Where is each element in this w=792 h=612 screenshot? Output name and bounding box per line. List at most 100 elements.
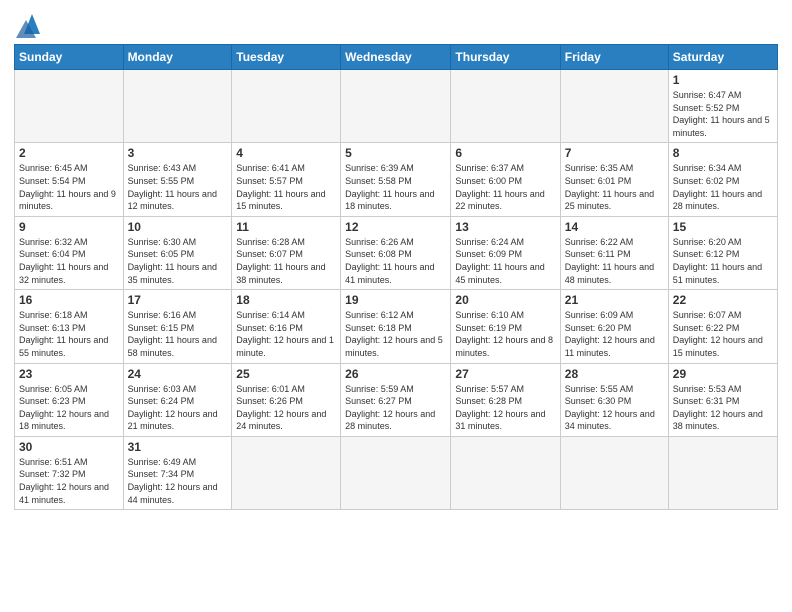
calendar-cell: [232, 436, 341, 509]
day-number: 23: [19, 367, 119, 381]
day-info: Sunrise: 6:28 AM Sunset: 6:07 PM Dayligh…: [236, 236, 336, 286]
calendar-cell: 19 Sunrise: 6:12 AM Sunset: 6:18 PM Dayli…: [341, 290, 451, 363]
day-number: 25: [236, 367, 336, 381]
day-number: 31: [128, 440, 228, 454]
calendar-cell: 13Sunrise: 6:24 AM Sunset: 6:09 PM Dayli…: [451, 216, 560, 289]
weekday-header-saturday: Saturday: [668, 45, 777, 70]
week-row-2: 9 Sunrise: 6:32 AM Sunset: 6:04 PM Daylig…: [15, 216, 778, 289]
calendar-cell: 12Sunrise: 6:26 AM Sunset: 6:08 PM Dayli…: [341, 216, 451, 289]
day-number: 18: [236, 293, 336, 307]
day-number: 21: [565, 293, 664, 307]
day-info: Sunrise: 6:41 AM Sunset: 5:57 PM Dayligh…: [236, 162, 336, 212]
calendar-cell: 11 Sunrise: 6:28 AM Sunset: 6:07 PM Dayli…: [232, 216, 341, 289]
day-number: 17: [128, 293, 228, 307]
day-info: Sunrise: 5:57 AM Sunset: 6:28 PM Dayligh…: [455, 383, 555, 433]
calendar-cell: [451, 70, 560, 143]
day-info: Sunrise: 6:45 AM Sunset: 5:54 PM Dayligh…: [19, 162, 119, 212]
week-row-0: 1Sunrise: 6:47 AM Sunset: 5:52 PM Daylig…: [15, 70, 778, 143]
day-info: Sunrise: 5:53 AM Sunset: 6:31 PM Dayligh…: [673, 383, 773, 433]
calendar-cell: 6 Sunrise: 6:37 AM Sunset: 6:00 PM Daylig…: [451, 143, 560, 216]
day-number: 6: [455, 146, 555, 160]
weekday-header-row: SundayMondayTuesdayWednesdayThursdayFrid…: [15, 45, 778, 70]
calendar-cell: [232, 70, 341, 143]
day-number: 19: [345, 293, 446, 307]
page: SundayMondayTuesdayWednesdayThursdayFrid…: [0, 0, 792, 612]
day-number: 30: [19, 440, 119, 454]
calendar-cell: [123, 70, 232, 143]
calendar-cell: 8 Sunrise: 6:34 AM Sunset: 6:02 PM Daylig…: [668, 143, 777, 216]
calendar-cell: 4Sunrise: 6:41 AM Sunset: 5:57 PM Daylig…: [232, 143, 341, 216]
day-number: 11: [236, 220, 336, 234]
day-info: Sunrise: 6:14 AM Sunset: 6:16 PM Dayligh…: [236, 309, 336, 359]
logo-icon: [16, 10, 48, 38]
calendar-cell: 9 Sunrise: 6:32 AM Sunset: 6:04 PM Daylig…: [15, 216, 124, 289]
calendar-cell: [668, 436, 777, 509]
calendar-cell: 22 Sunrise: 6:07 AM Sunset: 6:22 PM Dayli…: [668, 290, 777, 363]
week-row-3: 16Sunrise: 6:18 AM Sunset: 6:13 PM Dayli…: [15, 290, 778, 363]
day-number: 15: [673, 220, 773, 234]
calendar-cell: 24Sunrise: 6:03 AM Sunset: 6:24 PM Dayli…: [123, 363, 232, 436]
calendar-cell: [15, 70, 124, 143]
day-number: 3: [128, 146, 228, 160]
day-number: 1: [673, 73, 773, 87]
calendar-cell: 7 Sunrise: 6:35 AM Sunset: 6:01 PM Daylig…: [560, 143, 668, 216]
calendar-cell: 14 Sunrise: 6:22 AM Sunset: 6:11 PM Dayli…: [560, 216, 668, 289]
weekday-header-friday: Friday: [560, 45, 668, 70]
day-number: 12: [345, 220, 446, 234]
day-info: Sunrise: 6:32 AM Sunset: 6:04 PM Dayligh…: [19, 236, 119, 286]
calendar-cell: 1Sunrise: 6:47 AM Sunset: 5:52 PM Daylig…: [668, 70, 777, 143]
calendar-cell: 17 Sunrise: 6:16 AM Sunset: 6:15 PM Dayli…: [123, 290, 232, 363]
calendar-cell: 21 Sunrise: 6:09 AM Sunset: 6:20 PM Dayli…: [560, 290, 668, 363]
calendar-cell: 23 Sunrise: 6:05 AM Sunset: 6:23 PM Dayli…: [15, 363, 124, 436]
calendar-cell: 27 Sunrise: 5:57 AM Sunset: 6:28 PM Dayli…: [451, 363, 560, 436]
calendar-cell: 10 Sunrise: 6:30 AM Sunset: 6:05 PM Dayli…: [123, 216, 232, 289]
day-info: Sunrise: 6:35 AM Sunset: 6:01 PM Dayligh…: [565, 162, 664, 212]
calendar-cell: [341, 70, 451, 143]
week-row-4: 23 Sunrise: 6:05 AM Sunset: 6:23 PM Dayli…: [15, 363, 778, 436]
day-info: Sunrise: 6:18 AM Sunset: 6:13 PM Dayligh…: [19, 309, 119, 359]
day-number: 29: [673, 367, 773, 381]
day-info: Sunrise: 6:03 AM Sunset: 6:24 PM Dayligh…: [128, 383, 228, 433]
day-info: Sunrise: 6:24 AM Sunset: 6:09 PM Dayligh…: [455, 236, 555, 286]
calendar-cell: 29 Sunrise: 5:53 AM Sunset: 6:31 PM Dayli…: [668, 363, 777, 436]
day-info: Sunrise: 6:30 AM Sunset: 6:05 PM Dayligh…: [128, 236, 228, 286]
day-info: Sunrise: 6:39 AM Sunset: 5:58 PM Dayligh…: [345, 162, 446, 212]
weekday-header-thursday: Thursday: [451, 45, 560, 70]
day-number: 10: [128, 220, 228, 234]
day-number: 14: [565, 220, 664, 234]
day-number: 5: [345, 146, 446, 160]
day-info: Sunrise: 6:43 AM Sunset: 5:55 PM Dayligh…: [128, 162, 228, 212]
calendar-cell: 3 Sunrise: 6:43 AM Sunset: 5:55 PM Daylig…: [123, 143, 232, 216]
day-number: 7: [565, 146, 664, 160]
day-info: Sunrise: 6:37 AM Sunset: 6:00 PM Dayligh…: [455, 162, 555, 212]
day-info: Sunrise: 6:05 AM Sunset: 6:23 PM Dayligh…: [19, 383, 119, 433]
day-info: Sunrise: 6:51 AM Sunset: 7:32 PM Dayligh…: [19, 456, 119, 506]
calendar-cell: 25 Sunrise: 6:01 AM Sunset: 6:26 PM Dayli…: [232, 363, 341, 436]
calendar-cell: 18 Sunrise: 6:14 AM Sunset: 6:16 PM Dayli…: [232, 290, 341, 363]
day-number: 26: [345, 367, 446, 381]
calendar-cell: [560, 436, 668, 509]
day-info: Sunrise: 6:01 AM Sunset: 6:26 PM Dayligh…: [236, 383, 336, 433]
day-info: Sunrise: 6:07 AM Sunset: 6:22 PM Dayligh…: [673, 309, 773, 359]
day-number: 27: [455, 367, 555, 381]
day-number: 20: [455, 293, 555, 307]
day-info: Sunrise: 6:16 AM Sunset: 6:15 PM Dayligh…: [128, 309, 228, 359]
logo: [14, 10, 48, 38]
day-info: Sunrise: 6:22 AM Sunset: 6:11 PM Dayligh…: [565, 236, 664, 286]
calendar-cell: 2Sunrise: 6:45 AM Sunset: 5:54 PM Daylig…: [15, 143, 124, 216]
day-info: Sunrise: 6:09 AM Sunset: 6:20 PM Dayligh…: [565, 309, 664, 359]
day-info: Sunrise: 5:59 AM Sunset: 6:27 PM Dayligh…: [345, 383, 446, 433]
header-area: [14, 10, 778, 38]
weekday-header-wednesday: Wednesday: [341, 45, 451, 70]
day-info: Sunrise: 6:20 AM Sunset: 6:12 PM Dayligh…: [673, 236, 773, 286]
day-number: 22: [673, 293, 773, 307]
day-info: Sunrise: 6:10 AM Sunset: 6:19 PM Dayligh…: [455, 309, 555, 359]
day-info: Sunrise: 6:12 AM Sunset: 6:18 PM Dayligh…: [345, 309, 446, 359]
calendar-cell: [451, 436, 560, 509]
day-number: 9: [19, 220, 119, 234]
day-number: 8: [673, 146, 773, 160]
day-info: Sunrise: 5:55 AM Sunset: 6:30 PM Dayligh…: [565, 383, 664, 433]
weekday-header-tuesday: Tuesday: [232, 45, 341, 70]
calendar-cell: 31Sunrise: 6:49 AM Sunset: 7:34 PM Dayli…: [123, 436, 232, 509]
day-info: Sunrise: 6:34 AM Sunset: 6:02 PM Dayligh…: [673, 162, 773, 212]
